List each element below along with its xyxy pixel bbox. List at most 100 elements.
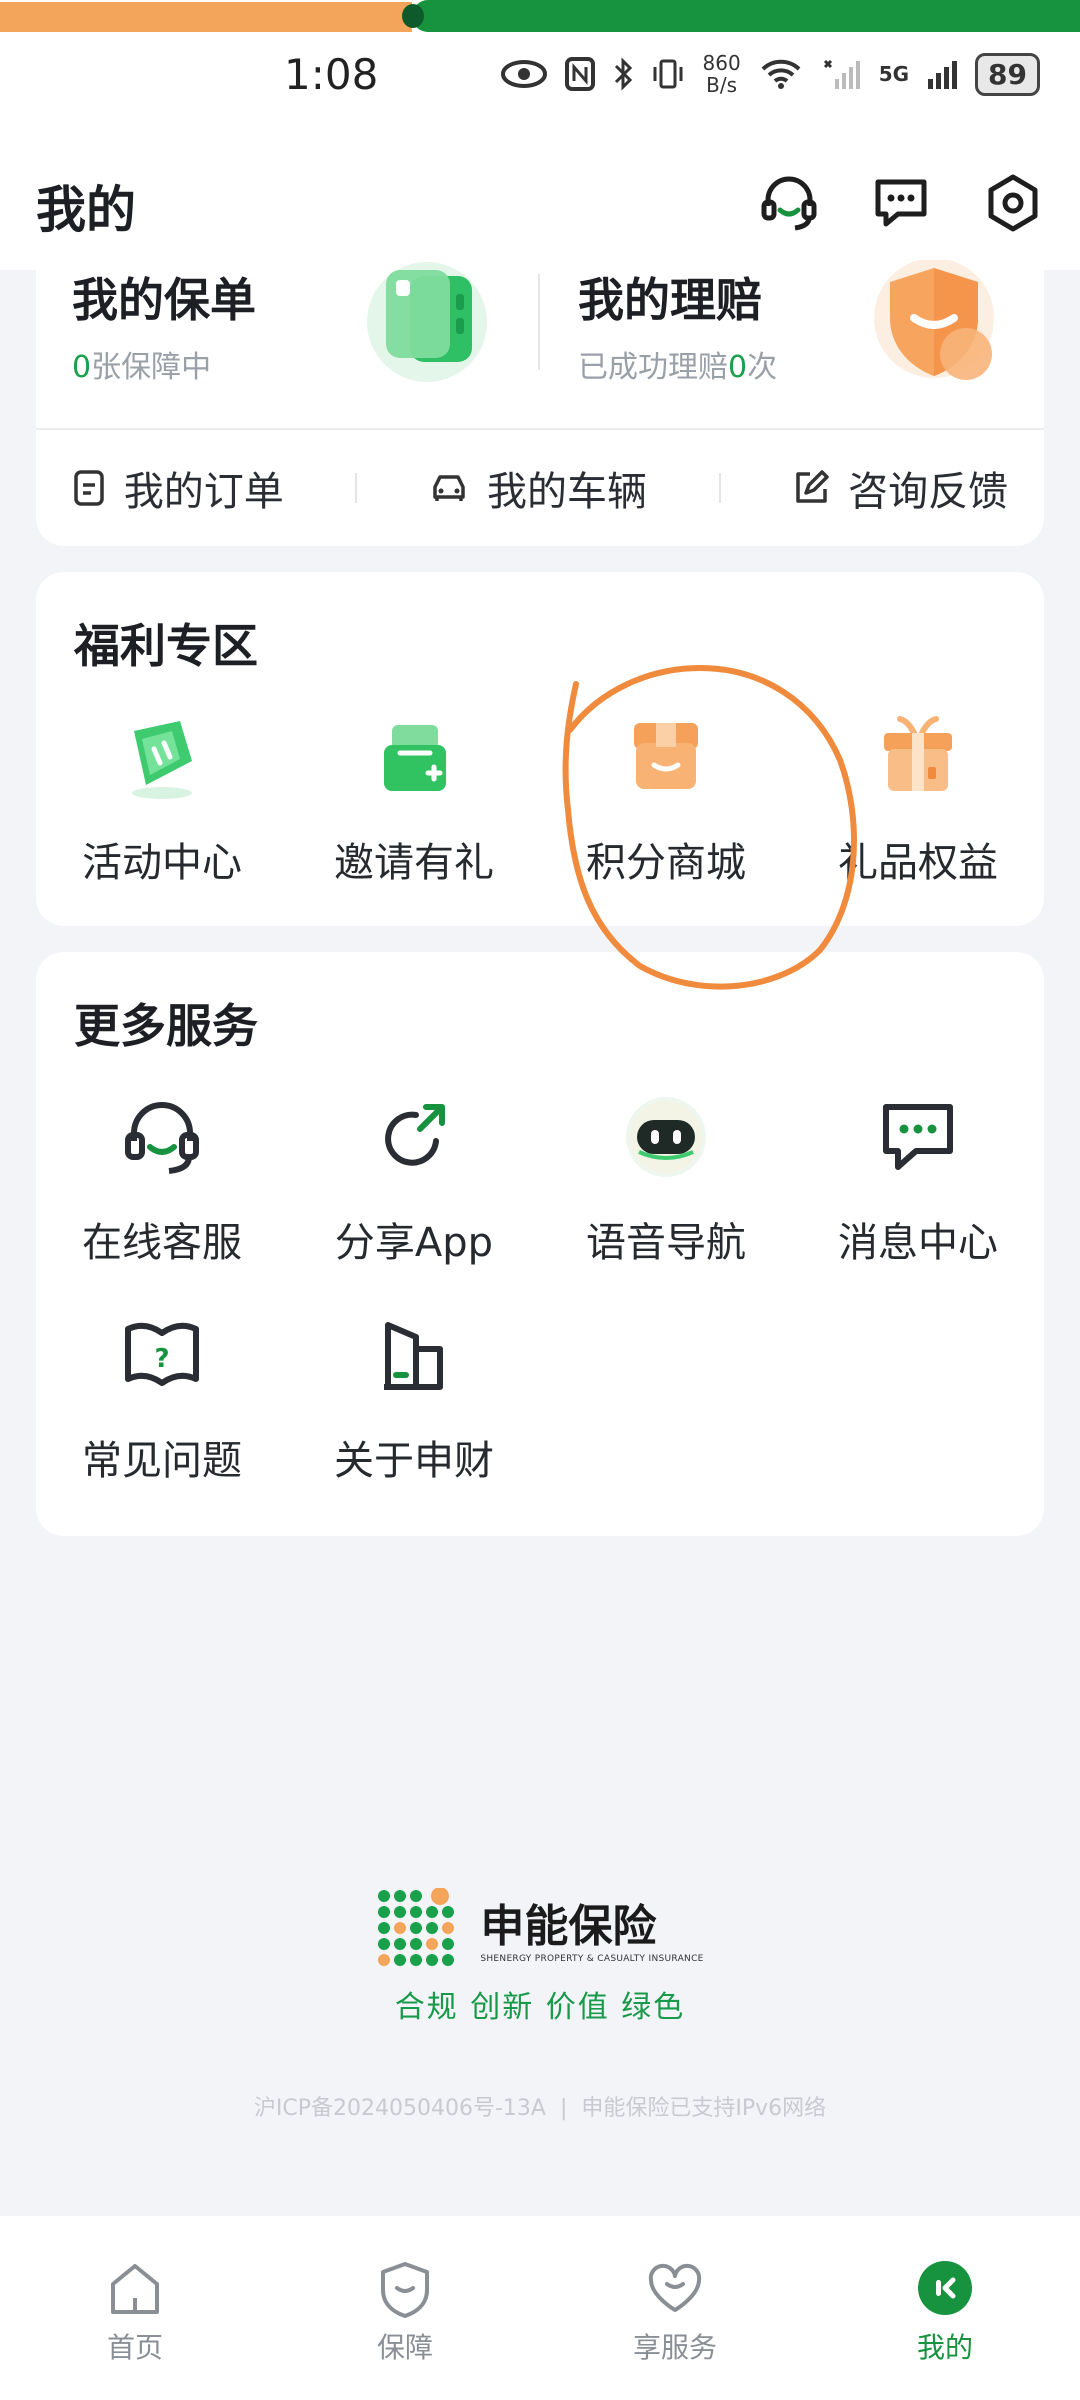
quick-link-label: 我的车辆 bbox=[486, 469, 647, 515]
strip-orange bbox=[0, 2, 412, 32]
service-label: 语音导航 bbox=[586, 1220, 746, 1266]
policy-card-icon bbox=[367, 262, 487, 382]
benefit-points-mall[interactable]: 积分商城 bbox=[540, 702, 792, 888]
more-services-title: 更多服务 bbox=[74, 999, 258, 1053]
benefit-invite[interactable]: 邀请有礼 bbox=[288, 702, 540, 888]
benefits-card: 福利专区 活动中心 邀请有礼 积分商城 礼品权益 bbox=[36, 572, 1044, 926]
my-claims-sub: 已成功理赔0次 bbox=[578, 350, 778, 385]
headset-icon[interactable] bbox=[758, 172, 820, 234]
my-claims-title: 我的理赔 bbox=[578, 273, 762, 327]
vibrate-icon bbox=[653, 59, 682, 89]
tab-protection[interactable]: 保障 bbox=[305, 2258, 505, 2400]
policy-card: 我的保单 0张保障中 我的理赔 已成功理赔0次 我的订单 我的车辆 咨询反馈 bbox=[36, 260, 1044, 546]
my-policy-sub: 0张保障中 bbox=[72, 350, 212, 385]
robot-icon bbox=[626, 1097, 706, 1177]
brand-slogan: 合规 创新 价值 绿色 bbox=[394, 1990, 686, 2025]
quick-link-orders[interactable]: 我的订单 bbox=[72, 459, 284, 517]
quick-link-vehicles[interactable]: 我的车辆 bbox=[429, 459, 647, 517]
message-icon bbox=[883, 1104, 953, 1170]
service-about[interactable]: 关于申财 bbox=[288, 1300, 540, 1486]
claims-shield-icon bbox=[874, 260, 994, 380]
icp-info: 沪ICP备2024050406号-13A | 申能保险已支持IPv6网络 bbox=[253, 2096, 827, 2121]
share-icon bbox=[385, 1104, 445, 1166]
tab-home[interactable]: 首页 bbox=[35, 2258, 235, 2400]
benefit-activity-center[interactable]: 活动中心 bbox=[36, 702, 288, 888]
brand-text: 申能保险 SHENERGY PROPERTY & CASUALTY INSURA… bbox=[480, 1890, 703, 1964]
service-faq[interactable]: ? 常见问题 bbox=[36, 1300, 288, 1486]
eye-icon bbox=[500, 60, 547, 88]
tab-services[interactable]: 享服务 bbox=[575, 2258, 775, 2400]
store-box-icon bbox=[634, 723, 698, 789]
tab-label: 享服务 bbox=[632, 2331, 717, 2364]
app-header: 我的 bbox=[0, 150, 1080, 270]
status-time: 1:08 bbox=[284, 50, 379, 99]
my-policy-title: 我的保单 bbox=[72, 273, 256, 327]
ipv6-note: 申能保险已支持IPv6网络 bbox=[581, 2096, 827, 2121]
benefit-label: 活动中心 bbox=[82, 840, 242, 886]
signal-icon bbox=[928, 61, 958, 89]
quick-link-label: 咨询反馈 bbox=[848, 469, 1009, 515]
profile-icon bbox=[918, 2261, 972, 2315]
header-actions bbox=[758, 172, 1044, 234]
headset-icon bbox=[125, 1102, 199, 1174]
service-label: 在线客服 bbox=[82, 1220, 242, 1266]
tab-bar: 首页 保障 享服务 我的 bbox=[0, 2216, 1080, 2400]
brand-name: 申能保险 bbox=[480, 1901, 657, 1952]
tab-label: 首页 bbox=[106, 2331, 163, 2364]
divider bbox=[718, 473, 721, 503]
divider bbox=[355, 473, 358, 503]
benefits-grid: 活动中心 邀请有礼 积分商城 礼品权益 bbox=[36, 702, 1044, 888]
tab-label: 保障 bbox=[376, 2331, 433, 2364]
service-message-center[interactable]: 消息中心 bbox=[792, 1082, 1044, 1268]
battery-indicator: 89 bbox=[975, 52, 1040, 96]
more-services-card: 更多服务 在线客服 分享App 语音导航 消息中心 ? 常见问题 关于申财 bbox=[36, 952, 1044, 1536]
edit-icon bbox=[796, 470, 829, 503]
quick-links: 我的订单 我的车辆 咨询反馈 bbox=[36, 430, 1044, 546]
ticket-icon bbox=[132, 721, 192, 799]
brand-logo-icon bbox=[378, 1888, 455, 1966]
invite-icon bbox=[384, 725, 446, 791]
benefits-title: 福利专区 bbox=[74, 619, 258, 673]
benefit-label: 邀请有礼 bbox=[334, 840, 494, 886]
service-label: 常见问题 bbox=[82, 1438, 242, 1484]
service-label: 分享App bbox=[334, 1220, 494, 1266]
card-divider bbox=[538, 274, 540, 370]
gift-icon bbox=[884, 716, 952, 791]
icp-license[interactable]: 沪ICP备2024050406号-13A bbox=[254, 2096, 546, 2121]
brand-logo: 申能保险 SHENERGY PROPERTY & CASUALTY INSURA… bbox=[0, 1888, 1080, 1966]
service-share-app[interactable]: 分享App bbox=[288, 1082, 540, 1268]
building-icon bbox=[384, 1322, 443, 1390]
strip-green bbox=[412, 0, 1080, 32]
tab-mine[interactable]: 我的 bbox=[845, 2258, 1045, 2400]
bluetooth-icon bbox=[614, 57, 632, 91]
quick-link-feedback[interactable]: 咨询反馈 bbox=[792, 459, 1008, 517]
faq-book-icon: ? bbox=[125, 1322, 199, 1386]
settings-icon[interactable] bbox=[982, 172, 1044, 234]
service-label: 关于申财 bbox=[334, 1438, 494, 1484]
heart-icon bbox=[648, 2263, 702, 2312]
service-voice-navigation[interactable]: 语音导航 bbox=[540, 1082, 792, 1268]
signal-empty-icon bbox=[823, 59, 860, 89]
nfc-icon bbox=[564, 57, 595, 91]
car-icon bbox=[433, 475, 465, 501]
quick-link-label: 我的订单 bbox=[123, 469, 284, 515]
my-claims[interactable]: 我的理赔 已成功理赔0次 bbox=[578, 268, 777, 428]
strip-dot bbox=[402, 4, 424, 28]
net-speed: 860 B/s bbox=[702, 51, 741, 97]
benefit-label: 礼品权益 bbox=[838, 840, 998, 886]
service-label: 消息中心 bbox=[838, 1220, 998, 1266]
service-online-support[interactable]: 在线客服 bbox=[36, 1082, 288, 1268]
shield-icon bbox=[381, 2262, 429, 2318]
home-icon bbox=[111, 2264, 159, 2314]
status-icons: 860 B/s 5G 89 bbox=[500, 51, 1040, 97]
svg-text:?: ? bbox=[154, 1344, 169, 1374]
my-policy[interactable]: 我的保单 0张保障中 bbox=[72, 268, 256, 428]
page-title: 我的 bbox=[36, 181, 136, 239]
services-grid-row-1: 在线客服 分享App 语音导航 消息中心 bbox=[36, 1082, 1044, 1268]
services-grid-row-2: ? 常见问题 关于申财 bbox=[36, 1300, 1044, 1486]
benefit-gifts[interactable]: 礼品权益 bbox=[792, 702, 1044, 888]
benefit-label: 积分商城 bbox=[586, 840, 746, 886]
message-icon[interactable] bbox=[870, 172, 932, 234]
network-type: 5G bbox=[878, 62, 910, 86]
wifi-icon bbox=[761, 59, 801, 89]
